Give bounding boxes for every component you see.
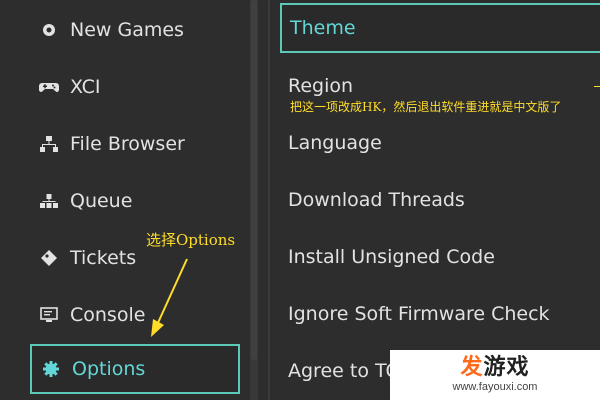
sidebar-item-label: File Browser [70,133,185,155]
sidebar-item-new-games[interactable]: New Games [30,5,240,55]
gear-icon [40,358,62,380]
option-download-threads[interactable]: Download Threads [280,175,600,225]
sidebar-item-queue[interactable]: Queue [30,176,240,226]
sidebar-item-label: Console [70,304,146,326]
queue-icon [38,190,60,212]
option-label: Ignore Soft Firmware Check [288,303,550,325]
watermark-site: www.fayouxi.com [452,381,538,393]
annotation-arrow-icon [151,258,188,337]
sidebar: New Games XCI File Browser Queue Tickets… [0,0,250,400]
sidebar-item-options[interactable]: Options [30,344,240,394]
sidebar-item-label: Queue [70,190,133,212]
option-label: Theme [290,17,356,39]
region-annotation: 把这一项改成HK，然后退出软件重进就是中文版了 [290,100,562,114]
ticket-icon [38,247,60,269]
option-label: Agree to TC [288,360,399,382]
options-annotation: 选择Options [146,231,236,249]
file-tree-icon [38,133,60,155]
sidebar-item-label: Tickets [70,247,137,269]
sidebar-item-xci[interactable]: XCI [30,62,240,112]
option-label: Install Unsigned Code [288,246,495,268]
sidebar-item-file-browser[interactable]: File Browser [30,119,240,169]
option-label: Region [288,75,354,97]
console-icon [38,304,60,326]
sidebar-item-label: Options [72,358,146,380]
watermark: 发游戏 www.fayouxi.com [390,350,600,400]
panel-divider [268,0,270,400]
annotation-mark [594,86,600,87]
scrollbar-thumb[interactable] [251,0,257,360]
option-ignore-soft-firmware-check[interactable]: Ignore Soft Firmware Check [280,289,600,339]
sidebar-item-label: New Games [70,19,184,41]
option-label: Download Threads [288,189,465,211]
gamepad-icon [38,76,60,98]
watermark-logo: 发游戏 [460,355,530,380]
option-install-unsigned-code[interactable]: Install Unsigned Code [280,232,600,282]
sidebar-scrollbar[interactable] [250,0,258,400]
option-label: Language [288,132,382,154]
option-theme[interactable]: Theme [280,3,600,53]
option-language[interactable]: Language [280,118,600,168]
sidebar-item-label: XCI [70,76,101,98]
sidebar-item-console[interactable]: Console [30,290,240,340]
new-games-icon [38,19,60,41]
